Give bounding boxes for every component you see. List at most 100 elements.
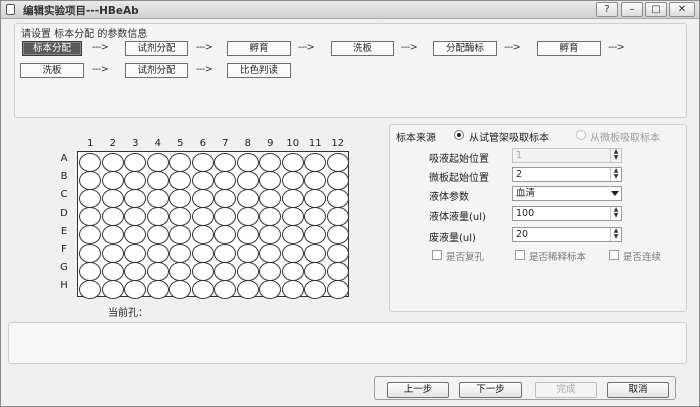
plate-well[interactable]	[79, 207, 101, 227]
duplicate-checkbox[interactable]	[432, 250, 442, 260]
plate-well[interactable]	[236, 188, 259, 208]
plate-well[interactable]	[79, 243, 101, 263]
plate-well[interactable]	[236, 170, 259, 190]
prev-step-button[interactable]: 上一步	[387, 382, 449, 398]
plate-well[interactable]	[124, 152, 146, 172]
microplate-grid[interactable]	[77, 151, 349, 299]
plate-well[interactable]	[169, 261, 191, 281]
plate-well[interactable]	[259, 243, 281, 263]
plate-well[interactable]	[326, 261, 349, 281]
plate-well[interactable]	[101, 261, 124, 281]
spin-arrows-icon[interactable]: ▲ ▼	[610, 168, 621, 181]
plate-well[interactable]	[101, 207, 124, 227]
plate-well[interactable]	[304, 188, 326, 208]
liquid-param-select[interactable]: 血清	[512, 186, 622, 201]
plate-well[interactable]	[146, 279, 169, 299]
plate-well[interactable]	[146, 152, 169, 172]
dilute-checkbox[interactable]	[515, 250, 525, 260]
plate-well[interactable]	[79, 279, 101, 299]
plate-well[interactable]	[169, 170, 191, 190]
plate-start-field[interactable]: 2 ▲ ▼	[512, 167, 622, 182]
plate-well[interactable]	[281, 152, 304, 172]
plate-well[interactable]	[304, 207, 326, 227]
plate-well[interactable]	[281, 243, 304, 263]
step-reagent-allocation[interactable]: 试剂分配	[125, 41, 188, 56]
plate-well[interactable]	[281, 225, 304, 245]
plate-well[interactable]	[304, 279, 326, 299]
spin-arrows-icon[interactable]: ▲ ▼	[610, 207, 621, 220]
plate-well[interactable]	[146, 243, 169, 263]
radio-microplate[interactable]	[576, 130, 586, 140]
plate-well[interactable]	[326, 207, 349, 227]
plate-well[interactable]	[124, 279, 146, 299]
plate-well[interactable]	[146, 170, 169, 190]
step-enzyme-allocation[interactable]: 分配酶标	[433, 41, 497, 56]
step-reagent-allocation-2[interactable]: 试剂分配	[125, 63, 188, 78]
plate-well[interactable]	[79, 170, 101, 190]
plate-well[interactable]	[101, 188, 124, 208]
plate-well[interactable]	[191, 261, 214, 281]
maximize-button[interactable]: □	[645, 2, 667, 17]
plate-well[interactable]	[191, 225, 214, 245]
plate-well[interactable]	[79, 188, 101, 208]
plate-well[interactable]	[259, 188, 281, 208]
plate-well[interactable]	[259, 279, 281, 299]
plate-well[interactable]	[236, 261, 259, 281]
plate-well[interactable]	[101, 279, 124, 299]
step-colorimetric-reading[interactable]: 比色判读	[227, 63, 291, 78]
plate-well[interactable]	[259, 207, 281, 227]
chevron-down-icon[interactable]	[611, 191, 619, 196]
plate-well[interactable]	[326, 279, 349, 299]
cancel-button[interactable]: 取消	[607, 382, 669, 398]
minimize-button[interactable]: –	[621, 2, 643, 17]
plate-well[interactable]	[79, 152, 101, 172]
plate-well[interactable]	[281, 207, 304, 227]
plate-well[interactable]	[169, 188, 191, 208]
step-plate-wash-2[interactable]: 洗板	[20, 63, 84, 78]
plate-well[interactable]	[169, 207, 191, 227]
liquid-volume-field[interactable]: 100 ▲ ▼	[512, 206, 622, 221]
plate-well[interactable]	[101, 243, 124, 263]
plate-well[interactable]	[304, 261, 326, 281]
plate-well[interactable]	[304, 225, 326, 245]
continuous-checkbox[interactable]	[609, 250, 619, 260]
plate-well[interactable]	[281, 261, 304, 281]
spin-arrows-icon[interactable]: ▲ ▼	[610, 228, 621, 241]
plate-well[interactable]	[146, 188, 169, 208]
plate-well[interactable]	[101, 152, 124, 172]
plate-well[interactable]	[214, 207, 236, 227]
plate-well[interactable]	[124, 188, 146, 208]
plate-well[interactable]	[326, 170, 349, 190]
plate-well[interactable]	[214, 225, 236, 245]
plate-well[interactable]	[214, 243, 236, 263]
plate-well[interactable]	[281, 170, 304, 190]
finish-button[interactable]: 完成	[535, 382, 597, 398]
plate-well[interactable]	[101, 225, 124, 245]
plate-well[interactable]	[124, 261, 146, 281]
plate-well[interactable]	[169, 152, 191, 172]
next-step-button[interactable]: 下一步	[459, 382, 522, 398]
plate-well[interactable]	[236, 225, 259, 245]
plate-well[interactable]	[146, 207, 169, 227]
plate-well[interactable]	[304, 152, 326, 172]
plate-well[interactable]	[191, 279, 214, 299]
plate-well[interactable]	[281, 279, 304, 299]
plate-well[interactable]	[169, 243, 191, 263]
close-button[interactable]: ✕	[669, 2, 695, 17]
plate-well[interactable]	[236, 243, 259, 263]
waste-volume-field[interactable]: 20 ▲ ▼	[512, 227, 622, 242]
plate-well[interactable]	[146, 261, 169, 281]
plate-well[interactable]	[146, 225, 169, 245]
plate-well[interactable]	[169, 225, 191, 245]
plate-well[interactable]	[259, 152, 281, 172]
step-sample-allocation[interactable]: 标本分配	[22, 41, 82, 56]
help-button[interactable]: ?	[596, 2, 618, 17]
plate-well[interactable]	[124, 243, 146, 263]
plate-well[interactable]	[191, 243, 214, 263]
plate-well[interactable]	[101, 170, 124, 190]
plate-well[interactable]	[236, 279, 259, 299]
radio-tube-rack[interactable]	[454, 130, 464, 140]
plate-well[interactable]	[214, 261, 236, 281]
plate-well[interactable]	[191, 207, 214, 227]
plate-well[interactable]	[326, 243, 349, 263]
